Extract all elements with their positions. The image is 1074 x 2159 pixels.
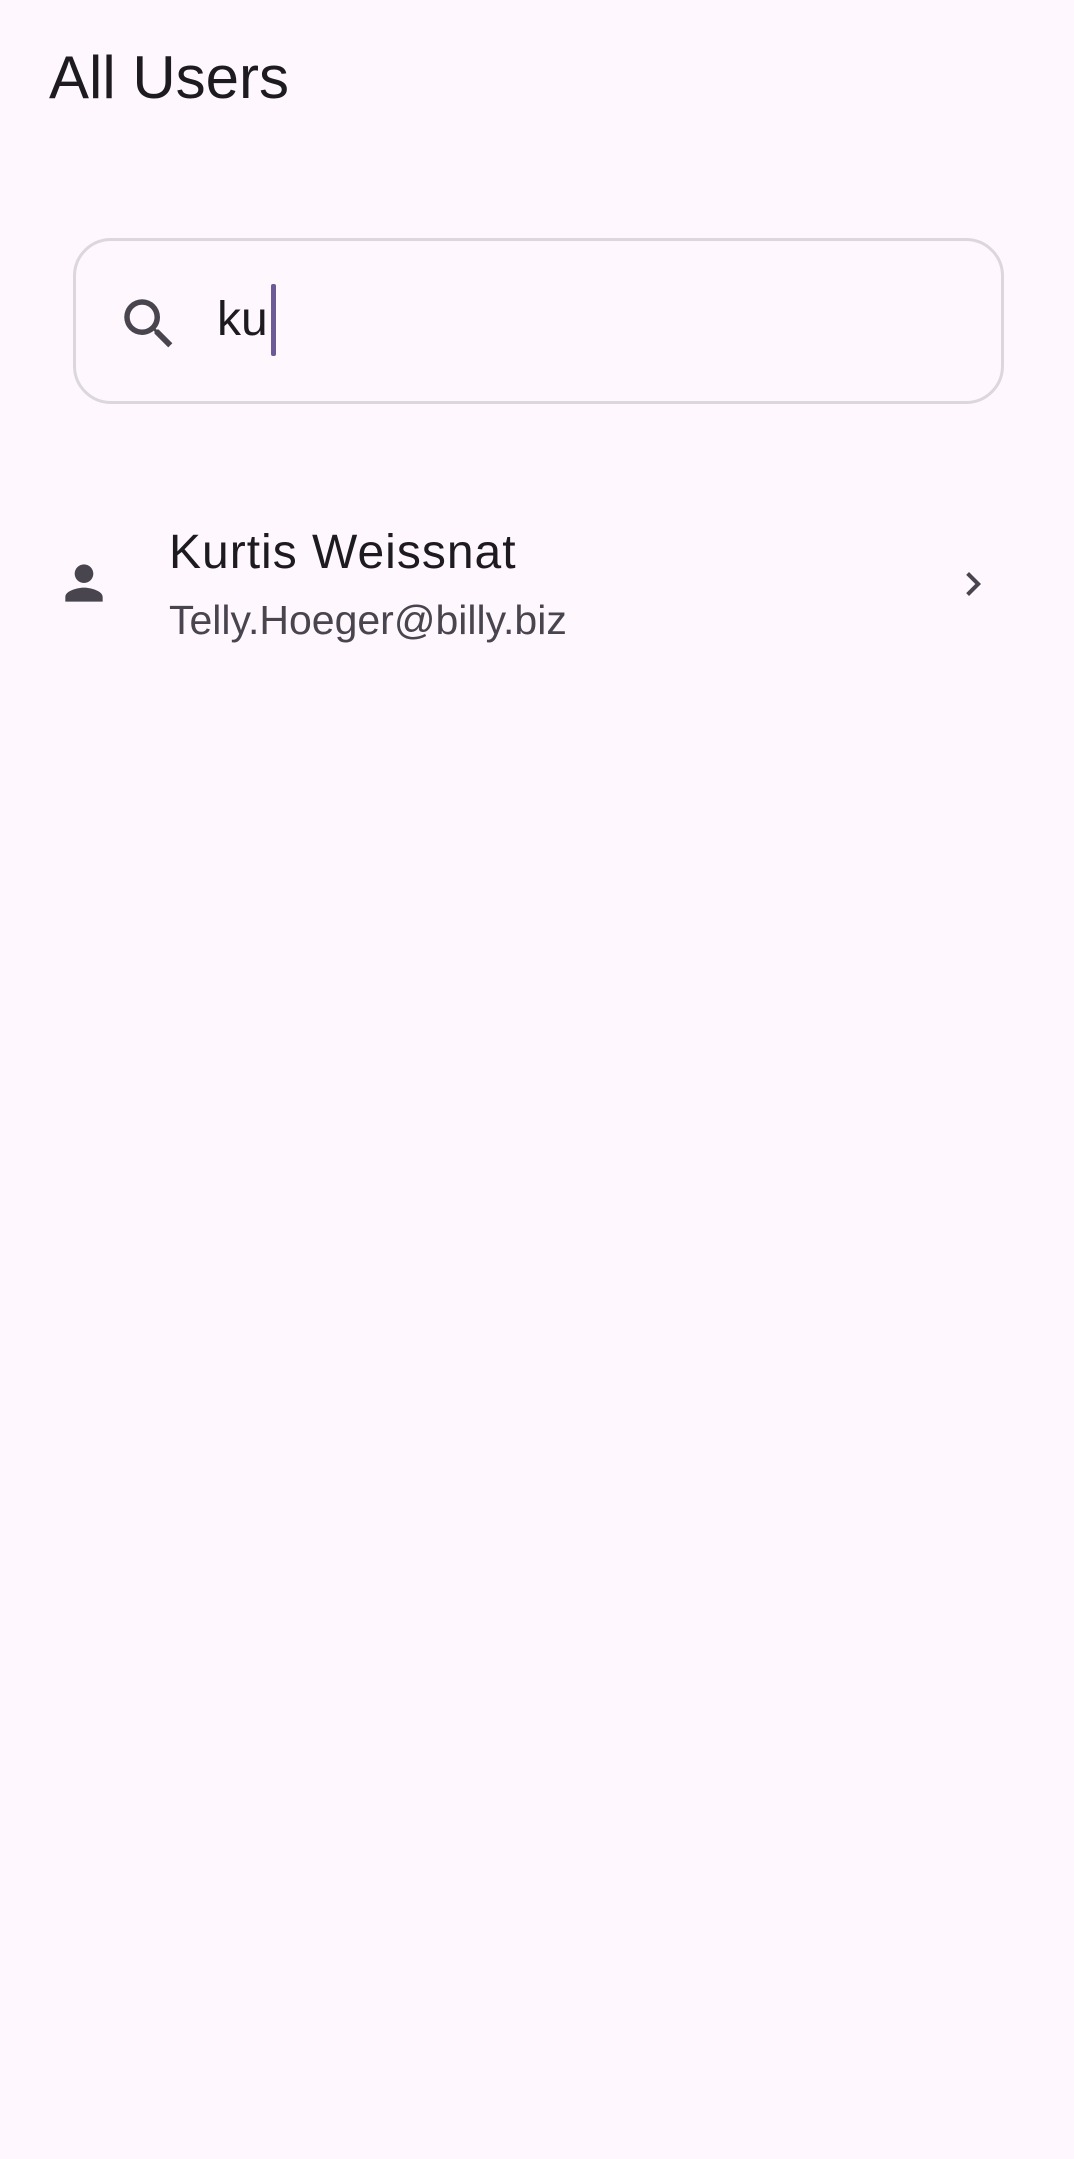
user-name: Kurtis Weissnat: [169, 526, 517, 579]
search-input[interactable]: ku: [217, 290, 268, 350]
text-cursor: [270, 284, 276, 356]
page-title: All Users: [49, 44, 290, 111]
chevron-right-icon[interactable]: [949, 560, 997, 608]
user-list: Kurtis Weissnat Telly.Hoeger@billy.biz: [0, 500, 1074, 672]
search-field[interactable]: ku: [73, 238, 1004, 404]
search-input-wrap[interactable]: ku: [217, 281, 276, 359]
person-icon: [56, 555, 112, 611]
app-bar: All Users: [0, 0, 1074, 160]
search-icon: [116, 291, 182, 357]
user-email: Telly.Hoeger@billy.biz: [169, 597, 567, 643]
user-list-item[interactable]: Kurtis Weissnat Telly.Hoeger@billy.biz: [0, 500, 1074, 672]
